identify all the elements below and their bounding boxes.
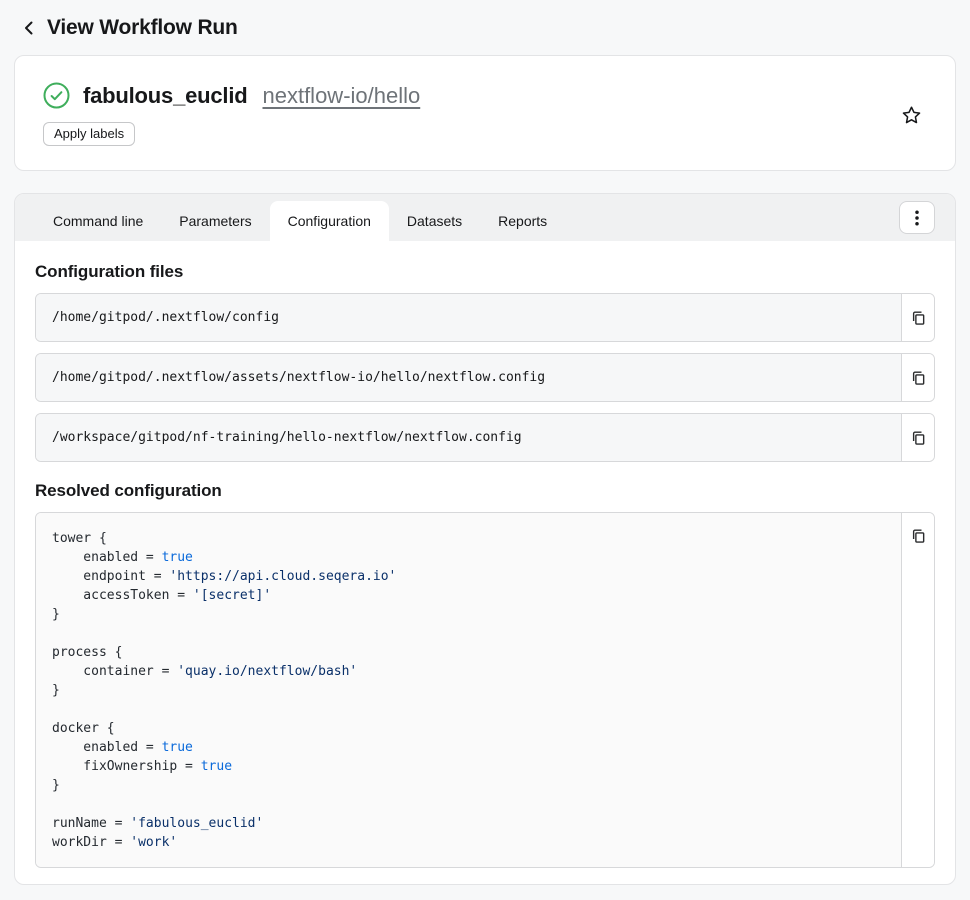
page: View Workflow Run fabulous_euclid nextfl…: [0, 0, 970, 885]
code-line: container = 'quay.io/nextflow/bash': [52, 662, 885, 681]
config-file-row: /home/gitpod/.nextflow/config: [35, 293, 935, 342]
code-line: workDir = 'work': [52, 833, 885, 852]
code-line: runName = 'fabulous_euclid': [52, 814, 885, 833]
code-line: }: [52, 776, 885, 795]
config-file-path: /workspace/gitpod/nf-training/hello-next…: [36, 414, 901, 461]
code-line: tower {: [52, 529, 885, 548]
resolved-config-code: tower { enabled = true endpoint = 'https…: [36, 513, 901, 867]
tab-reports[interactable]: Reports: [480, 201, 565, 241]
code-line: accessToken = '[secret]': [52, 586, 885, 605]
copy-file-path-button[interactable]: [908, 307, 929, 329]
success-check-circle-icon: [43, 82, 70, 109]
run-details-card: Command lineParametersConfigurationDatas…: [14, 193, 956, 885]
tab-bar: Command lineParametersConfigurationDatas…: [15, 194, 955, 241]
tab-datasets[interactable]: Datasets: [389, 201, 480, 241]
kebab-vertical-icon: [915, 210, 919, 226]
config-file-path: /home/gitpod/.nextflow/assets/nextflow-i…: [36, 354, 901, 401]
favorite-star-button[interactable]: [898, 102, 925, 129]
copy-icon: [911, 430, 926, 446]
code-line: }: [52, 681, 885, 700]
page-header: View Workflow Run: [14, 0, 956, 55]
chevron-left-icon: [22, 20, 36, 36]
code-line: endpoint = 'https://api.cloud.seqera.io': [52, 567, 885, 586]
code-line: enabled = true: [52, 548, 885, 567]
tab-command-line[interactable]: Command line: [35, 201, 161, 241]
code-line: process {: [52, 643, 885, 662]
config-file-row: /home/gitpod/.nextflow/assets/nextflow-i…: [35, 353, 935, 402]
copy-resolved-config-button[interactable]: [908, 525, 929, 547]
run-summary-card: fabulous_euclid nextflow-io/hello Apply …: [14, 55, 956, 171]
file-copy-column: [901, 354, 934, 401]
more-options-button[interactable]: [899, 201, 935, 234]
resolved-config-block: tower { enabled = true endpoint = 'https…: [35, 512, 935, 868]
code-line: enabled = true: [52, 738, 885, 757]
copy-icon: [911, 310, 926, 326]
run-title-row: fabulous_euclid nextflow-io/hello: [43, 82, 925, 109]
configuration-file-list: /home/gitpod/.nextflow/config/home/gitpo…: [35, 293, 935, 462]
file-copy-column: [901, 294, 934, 341]
resolved-configuration-heading: Resolved configuration: [35, 481, 935, 501]
back-button[interactable]: [22, 18, 36, 38]
configuration-tab-content: Configuration files /home/gitpod/.nextfl…: [15, 241, 955, 884]
code-line: [52, 624, 885, 643]
code-line: [52, 795, 885, 814]
config-file-path: /home/gitpod/.nextflow/config: [36, 294, 901, 341]
copy-file-path-button[interactable]: [908, 427, 929, 449]
page-title: View Workflow Run: [47, 16, 238, 40]
file-copy-column: [901, 414, 934, 461]
code-line: fixOwnership = true: [52, 757, 885, 776]
code-line: }: [52, 605, 885, 624]
configuration-files-heading: Configuration files: [35, 262, 935, 282]
tab-configuration[interactable]: Configuration: [270, 201, 389, 241]
code-line: [52, 700, 885, 719]
star-outline-icon: [900, 104, 923, 127]
copy-icon: [911, 528, 926, 544]
pipeline-link[interactable]: nextflow-io/hello: [262, 83, 420, 109]
tabs: Command lineParametersConfigurationDatas…: [35, 201, 565, 241]
apply-labels-button[interactable]: Apply labels: [43, 122, 135, 146]
run-name: fabulous_euclid: [83, 83, 247, 109]
tab-parameters[interactable]: Parameters: [161, 201, 269, 241]
code-line: docker {: [52, 719, 885, 738]
copy-icon: [911, 370, 926, 386]
config-file-row: /workspace/gitpod/nf-training/hello-next…: [35, 413, 935, 462]
code-copy-column: [901, 513, 934, 867]
copy-file-path-button[interactable]: [908, 367, 929, 389]
